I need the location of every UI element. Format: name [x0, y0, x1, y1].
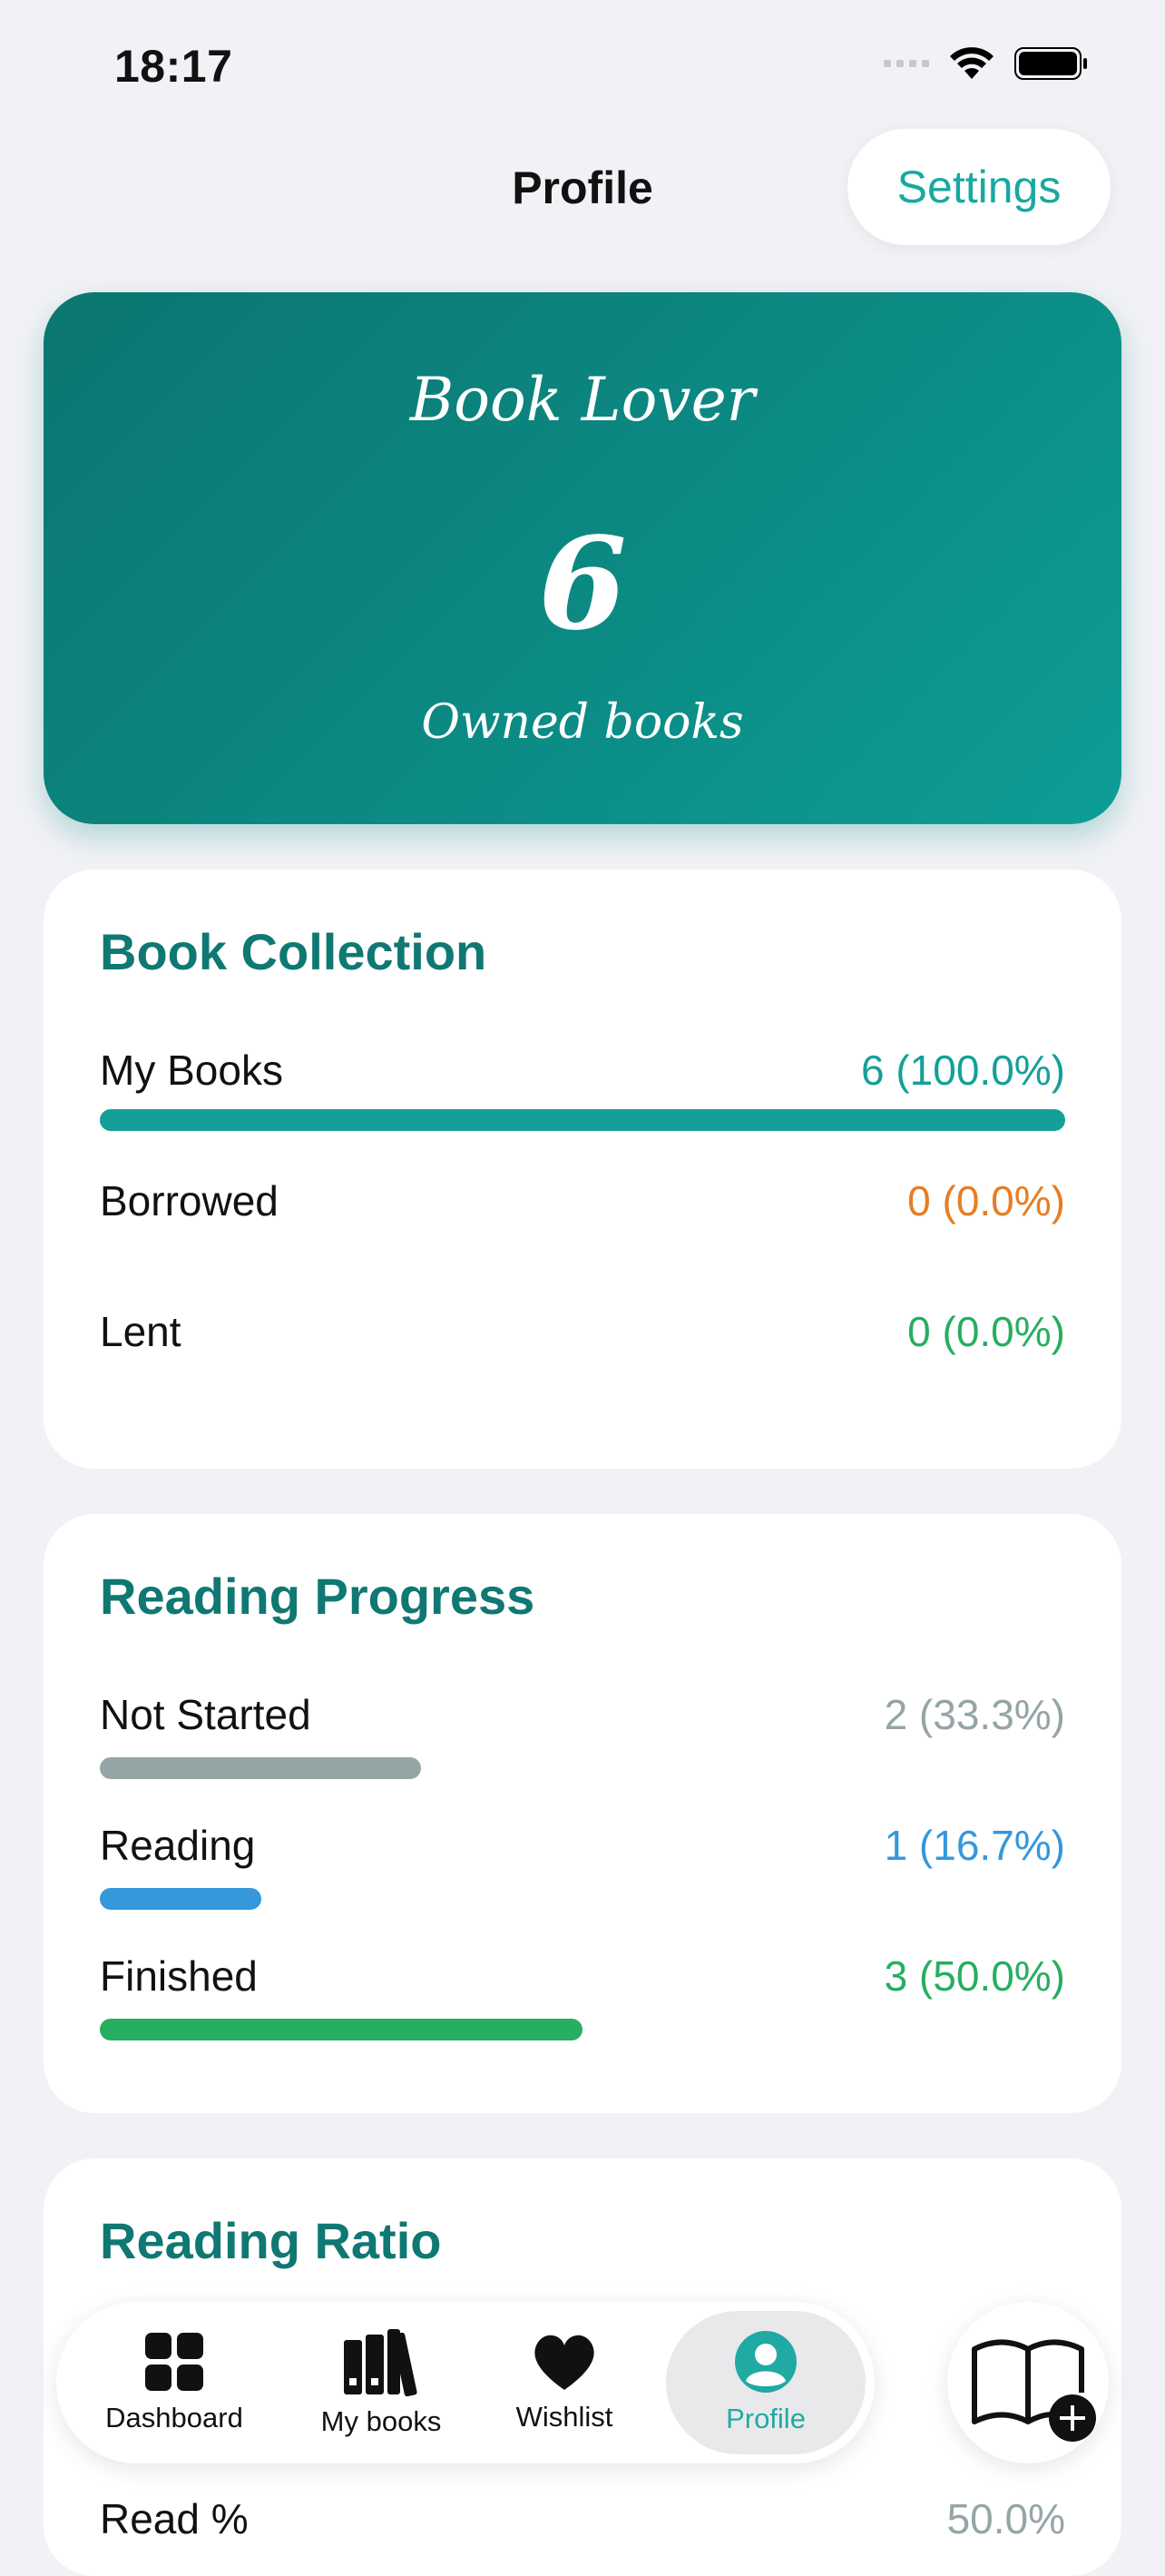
collection-row-my-books: My Books 6 (100.0%) — [100, 1046, 1065, 1100]
not-started-bar — [100, 1757, 421, 1779]
heart-icon — [534, 2335, 594, 2390]
status-time: 18:17 — [114, 41, 233, 92]
progress-row-value: 1 (16.7%) — [884, 1822, 1065, 1869]
book-collection-card: Book Collection My Books 6 (100.0%) Borr… — [44, 870, 1121, 1469]
ratio-row-value: 50.0% — [946, 2495, 1065, 2542]
add-book-button[interactable] — [947, 2302, 1109, 2463]
progress-row-label: Not Started — [100, 1691, 311, 1738]
progress-row-value: 2 (33.3%) — [884, 1691, 1065, 1738]
tab-bar: Dashboard My books Wishlist Profile — [56, 2302, 875, 2463]
tab-my-books[interactable]: My books — [290, 2302, 472, 2463]
hero-title: Book Lover — [409, 365, 756, 435]
dashboard-icon — [145, 2333, 203, 2391]
owned-books-count: 6 — [538, 510, 627, 659]
collection-row-value: 6 (100.0%) — [860, 1047, 1065, 1094]
progress-row-value: 3 (50.0%) — [884, 1952, 1065, 2000]
ratio-row-label: Read % — [100, 2495, 249, 2542]
reading-ratio-title: Reading Ratio — [100, 2212, 442, 2269]
cellular-signal-icon — [884, 60, 929, 67]
add-book-icon — [972, 2339, 1096, 2442]
progress-row-label: Reading — [100, 1822, 256, 1869]
tab-dashboard[interactable]: Dashboard — [83, 2302, 265, 2463]
reading-progress-card: Reading Progress Not Started 2 (33.3%) R… — [44, 1514, 1121, 2113]
progress-row-reading: Reading 1 (16.7%) — [100, 1821, 1065, 1875]
owned-books-card: Book Lover 6 Owned books — [44, 292, 1121, 824]
my-books-bar — [100, 1109, 1065, 1131]
progress-row-label: Finished — [100, 1952, 258, 2000]
tab-label: Wishlist — [515, 2401, 613, 2433]
collection-row-label: Borrowed — [100, 1177, 279, 1224]
collection-row-label: Lent — [100, 1308, 181, 1355]
collection-row-value: 0 (0.0%) — [907, 1177, 1065, 1224]
tab-wishlist[interactable]: Wishlist — [492, 2302, 637, 2463]
collection-row-value: 0 (0.0%) — [907, 1308, 1065, 1355]
wifi-icon — [950, 47, 994, 79]
reading-bar — [100, 1888, 261, 1910]
progress-row-finished: Finished 3 (50.0%) — [100, 1952, 1065, 2006]
collection-row-borrowed: Borrowed 0 (0.0%) — [100, 1176, 1065, 1231]
tab-label: Dashboard — [105, 2402, 243, 2433]
collection-row-label: My Books — [100, 1047, 283, 1094]
tab-label: My books — [320, 2405, 442, 2437]
tab-label: Profile — [726, 2403, 806, 2434]
collection-row-lent: Lent 0 (0.0%) — [100, 1307, 1065, 1362]
books-icon — [344, 2329, 417, 2396]
finished-bar — [100, 2019, 582, 2040]
hero-subtitle: Owned books — [421, 695, 744, 750]
settings-button-label: Settings — [896, 162, 1062, 212]
progress-row-not-started: Not Started 2 (33.3%) — [100, 1690, 1065, 1745]
tab-profile[interactable]: Profile — [666, 2311, 866, 2454]
profile-icon — [735, 2331, 797, 2393]
book-collection-title: Book Collection — [100, 923, 487, 980]
reading-progress-title: Reading Progress — [100, 1568, 535, 1625]
battery-icon — [1014, 47, 1087, 80]
status-icons — [884, 45, 1089, 82]
ratio-row-read-percent: Read % 50.0% — [100, 2494, 1065, 2549]
settings-button[interactable]: Settings — [847, 129, 1111, 245]
